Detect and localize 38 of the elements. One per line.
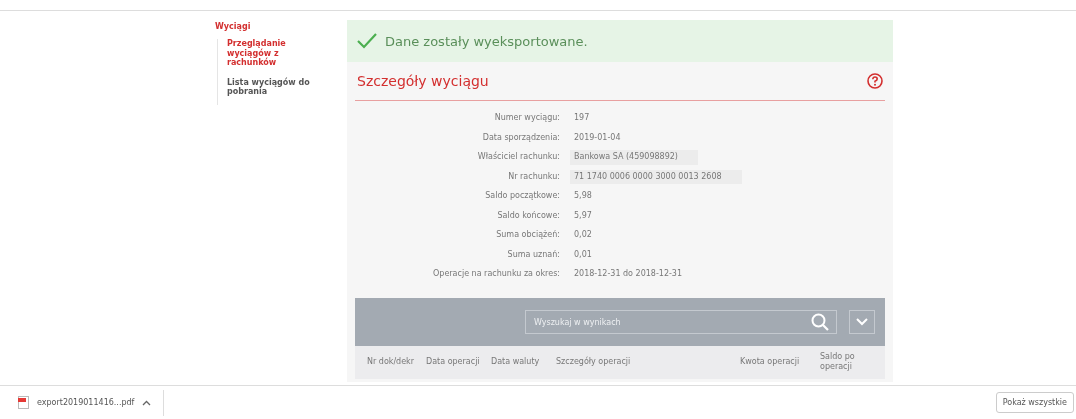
detail-value: 0,02 [573,229,593,241]
detail-label: Nr rachunku: [507,170,560,183]
detail-label: Saldo końcowe: [496,209,560,222]
detail-label: Suma obciążeń: [495,229,560,241]
detail-label: Data sporządzenia: [481,131,560,144]
sidebar-item[interactable]: Przeglądanie wyciągów z rachunków [227,39,322,68]
column-header[interactable]: Kwota operacji [740,357,818,367]
detail-value: 2018-12-31 do 2018-12-31 [573,268,684,280]
detail-value: 5,97 [573,209,593,222]
column-header[interactable]: Data operacji [426,357,489,367]
column-header[interactable]: Data waluty [491,357,554,367]
alert-message: Dane zostały wyeksportowane. [385,33,588,49]
file-name: export2019011416...pdf [37,398,135,407]
detail-label: Suma uznań: [506,248,560,261]
checkmark-icon [357,33,377,49]
caret-up-icon[interactable] [142,399,152,406]
help-icon[interactable] [867,73,883,89]
detail-label: Numer wyciągu: [493,112,560,124]
detail-value: 0,01 [573,248,593,261]
sidebar-title: Wyciągi [215,22,252,31]
search-field[interactable]: Wyszukaj w wynikach [525,310,837,334]
panel-title: Szczegóły wyciągu [357,73,489,89]
show-all-button[interactable]: Pokaż wszystkie [995,392,1074,413]
detail-label: Operacje na rachunku za okres: [432,268,560,280]
detail-label: Saldo początkowe: [484,190,560,202]
detail-value: 71 1740 0006 0000 3000 0013 2608 [570,169,742,184]
column-header[interactable]: Nr dok/dekr [367,357,424,367]
detail-label: Właściciel rachunku: [476,150,560,163]
download-item[interactable]: export2019011416...pdf [0,389,165,416]
chevron-down-icon [856,317,868,326]
sidebar-item[interactable]: Lista wyciągów do pobrania [227,77,322,97]
detail-value: 5,98 [573,190,593,202]
detail-value: 197 [573,112,591,124]
detail-value: 2019-01-04 [573,131,622,144]
column-header[interactable]: Szczegóły operacji [556,357,738,367]
detail-value: Bankowa SA (459098892) [570,150,698,165]
column-header[interactable]: Saldo po operacji [820,352,888,372]
pdf-file-icon [18,396,29,409]
